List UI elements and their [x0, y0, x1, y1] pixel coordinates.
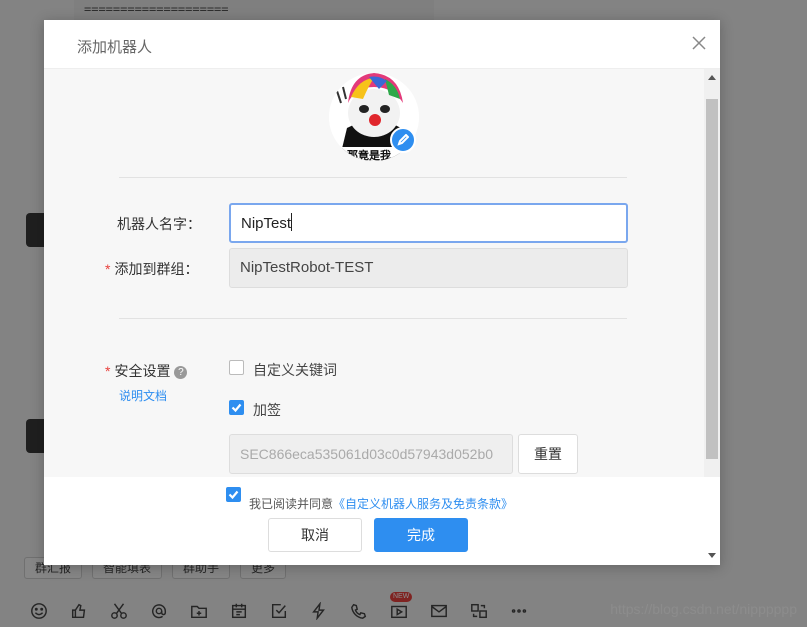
reset-button[interactable]: 重置 [518, 434, 578, 474]
group-value: NipTestRobot-TEST [240, 259, 374, 276]
confirm-button[interactable]: 完成 [374, 518, 468, 552]
sign-checkbox[interactable] [229, 400, 244, 415]
divider [119, 177, 627, 178]
keyword-checkbox[interactable] [229, 360, 244, 375]
edit-avatar-button[interactable] [390, 127, 416, 153]
security-label: * 安全设置? [105, 361, 188, 381]
dialog-title: 添加机器人 [77, 39, 153, 56]
doc-link[interactable]: 说明文档 [119, 387, 167, 404]
robot-name-input[interactable]: NipTest [229, 203, 628, 243]
secret-value: SEC866eca535061d03c0d57943d052b0 [240, 446, 494, 462]
security-label-text: 安全设置 [114, 363, 171, 379]
group-label: * 添加到群组： [105, 259, 198, 279]
pencil-icon [397, 134, 409, 146]
robot-name-value: NipTest [241, 215, 292, 232]
scroll-thumb[interactable] [706, 99, 718, 459]
scrollbar[interactable] [704, 69, 720, 477]
divider [119, 318, 627, 319]
help-icon[interactable]: ? [174, 366, 188, 379]
check-icon [231, 403, 242, 413]
dialog-header: 添加机器人 [44, 20, 720, 69]
required-mark: * [105, 261, 111, 277]
scroll-up-icon[interactable] [708, 75, 716, 80]
dialog-footer: 我已阅读并同意《自定义机器人服务及免责条款》 取消 完成 [44, 477, 720, 565]
add-robot-dialog: 添加机器人 那竟是我 机器人名字： NipTest * 添加到群组： NipTe… [44, 20, 720, 565]
cancel-button[interactable]: 取消 [268, 518, 362, 552]
check-icon [228, 490, 239, 500]
agree-checkbox[interactable] [226, 487, 241, 502]
text-cursor [291, 213, 293, 231]
required-mark: * [105, 363, 111, 379]
keyword-option-label[interactable]: 自定义关键词 [253, 360, 337, 380]
secret-field[interactable]: SEC866eca535061d03c0d57943d052b0 [229, 434, 513, 474]
agree-text: 我已阅读并同意《自定义机器人服务及免责条款》 [249, 495, 513, 512]
close-icon[interactable] [692, 36, 708, 52]
agree-prefix: 我已阅读并同意 [249, 497, 334, 511]
dialog-body: 那竟是我 机器人名字： NipTest * 添加到群组： NipTestRobot… [44, 69, 720, 477]
group-field: NipTestRobot-TEST [229, 248, 628, 288]
robot-name-label: 机器人名字： [117, 216, 201, 232]
group-label-text: 添加到群组： [114, 261, 199, 277]
terms-link[interactable]: 《自定义机器人服务及免责条款》 [333, 497, 513, 511]
sign-option-label[interactable]: 加签 [253, 400, 281, 420]
scroll-down-icon[interactable] [708, 553, 716, 558]
avatar-caption: 那竟是我 [347, 150, 391, 161]
